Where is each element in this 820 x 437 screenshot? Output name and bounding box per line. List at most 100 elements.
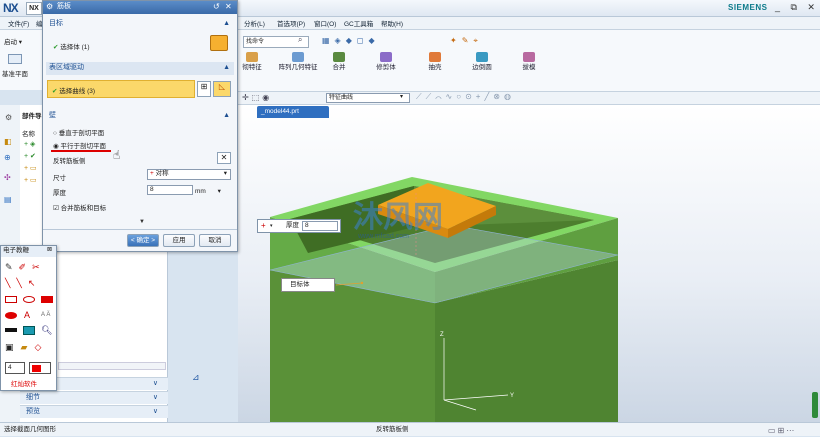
plus-icon: + — [261, 221, 266, 230]
pen-tools-icons[interactable]: ✎✐✂ — [5, 262, 46, 273]
pen-color-dropdown[interactable] — [29, 362, 51, 374]
more-options-icon[interactable]: ▼ — [139, 219, 145, 225]
ribbon-extrude[interactable]: 彻特征 — [238, 52, 266, 71]
ribbon-edge-blend[interactable]: 边倒圆 — [466, 52, 498, 71]
reverse-direction-icon[interactable]: ✕ — [217, 152, 231, 164]
selection-icons[interactable]: ✛⬚◉ — [242, 93, 272, 102]
radio-perpendicular[interactable]: ○ 垂直于剖切平面 — [53, 127, 104, 137]
trim-body-icon — [380, 52, 392, 62]
snap-point-icons[interactable]: ⟋⟋⌒∿○⊙+╱⊗◍ — [416, 92, 515, 102]
font-tool-icon[interactable]: A Ä — [41, 312, 50, 318]
ribbon-tool-icons[interactable]: ✦✎⌖ — [450, 36, 540, 47]
chevron-down-icon: ▾ — [400, 94, 404, 100]
radio-parallel[interactable]: ◉ 平行于剖切平面 — [53, 140, 106, 150]
gear-icon[interactable]: ⚙ — [5, 113, 12, 122]
nav-section-details[interactable]: 细节 ∨ — [20, 391, 168, 404]
watermark-text: 沐风网 — [353, 201, 443, 234]
pattern-icon — [292, 52, 304, 62]
model-view[interactable]: 沐风网 www.mfcad.com Z Y — [198, 104, 820, 422]
pen-size-dropdown[interactable]: 4 — [5, 362, 25, 374]
apply-button[interactable]: 应用 — [163, 234, 195, 247]
size-label: 尺寸 — [53, 175, 66, 182]
tree-node-rib[interactable]: + ▭ — [24, 176, 37, 184]
ribbon-unite[interactable]: 合并 — [326, 52, 352, 71]
rib-dialog: ⚙ 筋板 ↺ ✕ 目标 ▲ ✔ 选择体 (1) 表区域驱动 ▲ ✔ 选择曲线 (3)… — [42, 0, 238, 252]
constraint-nav-icon[interactable]: ⊕ — [4, 153, 11, 162]
cancel-button[interactable]: 取消 — [199, 234, 231, 247]
menu-gc-toolbox[interactable]: GC工具箱 — [344, 18, 373, 28]
nav-section-preview[interactable]: 预览 ∨ — [20, 405, 168, 418]
status-icons[interactable]: ▭⊞⋯ — [768, 424, 796, 437]
combine-checkbox[interactable]: ☑ 合并筋板和目标 — [53, 202, 106, 212]
nx-tab[interactable]: NX — [26, 2, 42, 15]
dyn-label: 厚度 — [286, 222, 299, 229]
size-dropdown[interactable]: + 对称 ▾ — [147, 169, 231, 180]
part-nav-icon[interactable]: ✣ — [4, 173, 11, 182]
tree-node-history[interactable]: + ✔ — [24, 152, 36, 160]
ellipse-fill-icon[interactable] — [5, 312, 17, 319]
siemens-logo: SIEMENS — [728, 3, 768, 12]
ellipse-outline-icon[interactable] — [23, 296, 35, 303]
thickness-label: 厚度 — [53, 190, 66, 197]
menu-window[interactable]: 窗口(O) — [314, 18, 336, 28]
dialog-title-bar[interactable]: ⚙ 筋板 ↺ ✕ — [43, 1, 237, 14]
reverse-rib-side-label: 反转筋板侧 — [53, 158, 86, 165]
dyn-value-field[interactable]: 8 — [302, 221, 338, 231]
menu-help[interactable]: 帮助(H) — [381, 18, 403, 28]
tree-node-model[interactable]: + ◈ — [24, 140, 35, 148]
menu-preferences[interactable]: 首选项(P) — [277, 18, 305, 28]
datum-plane-label[interactable]: 基准平面 — [2, 68, 28, 78]
selection-filter-dropdown[interactable]: 特征曲线 — [326, 93, 410, 103]
menu-file[interactable]: 文件(F) — [8, 18, 29, 28]
shell-icon — [429, 52, 441, 62]
curve-select-icon[interactable]: ◺ — [213, 81, 231, 97]
select-body-cube-icon[interactable] — [210, 35, 228, 51]
chevron-down-icon: ▾ — [223, 170, 227, 177]
assembly-nav-icon[interactable]: ◧ — [4, 137, 12, 146]
select-curve-row[interactable]: ✔ 选择曲线 (3) — [47, 80, 195, 98]
tree-node-features[interactable]: + ▭ — [24, 164, 37, 172]
dialog-title: 筋板 — [57, 3, 71, 10]
window-controls[interactable]: _ ⧉ ✕ — [775, 2, 819, 13]
status-center: 反转筋板侧 — [376, 426, 409, 433]
ribbon-draft[interactable]: 拔模 — [516, 52, 542, 71]
zoom-icon[interactable]: 🔍︎ — [41, 325, 52, 336]
line-width-icon[interactable] — [5, 328, 17, 332]
close-icon[interactable]: ✕ — [225, 1, 232, 13]
reuse-library-icon[interactable]: ▤ — [4, 195, 12, 204]
reset-icon[interactable]: ↺ — [213, 1, 220, 13]
menu-analysis[interactable]: 分析(L) — [244, 18, 265, 28]
tab-model-file[interactable]: _model44.prt — [257, 106, 329, 118]
ribbon-shell[interactable]: 抽壳 — [422, 52, 448, 71]
svg-text:Y: Y — [510, 393, 514, 399]
rect-fill-icon[interactable] — [41, 296, 53, 303]
line-tools-icons[interactable]: ╲╲↖ — [5, 278, 41, 289]
start-button[interactable]: 启动 ▾ — [4, 36, 22, 46]
select-body-row[interactable]: ✔ 选择体 (1) — [53, 41, 90, 51]
nav-horizontal-scrollbar[interactable] — [58, 362, 166, 370]
wall-section-header[interactable]: 壁 ▲ — [46, 110, 234, 123]
red-annotation-stroke — [51, 150, 111, 152]
search-icon[interactable]: ⌕ — [298, 35, 302, 45]
column-name-header: 名称 — [22, 131, 35, 138]
target-section-header[interactable]: 目标 ▲ — [46, 18, 234, 31]
chevron-down-icon[interactable]: ▾ — [270, 220, 273, 232]
ok-button[interactable]: < 确定 > — [127, 234, 159, 247]
close-icon[interactable]: ⊠ — [47, 246, 52, 253]
thickness-input[interactable]: 8 — [147, 185, 193, 195]
side-scroll-indicator[interactable] — [812, 392, 818, 418]
rect-outline-icon[interactable] — [5, 296, 17, 303]
file-tools-icons[interactable]: ▣▰◇ — [5, 342, 48, 353]
screen-icon[interactable] — [23, 326, 35, 335]
graphics-window[interactable]: 沐风网 www.mfcad.com Z Y — [198, 104, 820, 422]
gear-icon[interactable]: ⚙ — [46, 1, 53, 13]
ribbon-trim-body[interactable]: 修剪体 — [370, 52, 402, 71]
ribbon-pattern-geometry[interactable]: 阵列几何特征 — [278, 52, 318, 71]
sketch-section-icon[interactable]: ⊞ — [197, 81, 211, 97]
table-drive-section-header[interactable]: 表区域驱动 ▲ — [46, 62, 234, 75]
left-ribbon: 启动 ▾ 基准平面 — [0, 30, 45, 90]
text-tool-icon[interactable]: A — [24, 310, 30, 320]
datum-plane-icon[interactable] — [8, 54, 22, 64]
thickness-unit-dropdown[interactable]: mm ▾ — [195, 187, 221, 195]
dynamic-thickness-input[interactable]: + ▾ 厚度 8 — [257, 219, 341, 233]
